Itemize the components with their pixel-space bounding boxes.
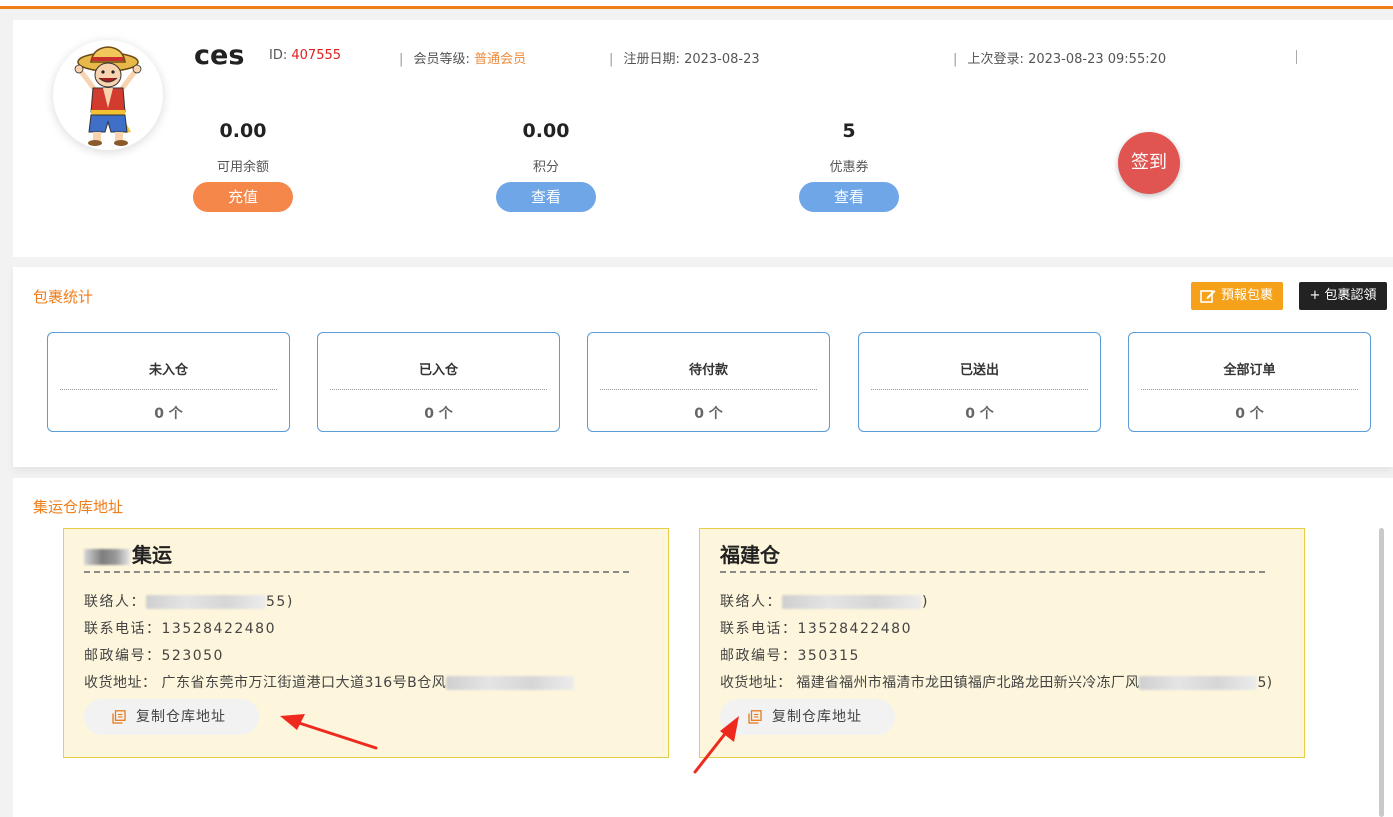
copy-icon (748, 710, 762, 724)
prereport-package-label: 預報包裹 (1221, 288, 1274, 303)
edit-icon (1200, 290, 1216, 303)
warehouse-address-panel: 集运 联络人： 55) 联系电话：13528422480 邮政编号：523050 … (63, 528, 669, 758)
divider (1296, 50, 1297, 64)
phone-row: 联系电话：13528422480 (720, 621, 912, 637)
zip-row: 邮政编号：523050 (84, 648, 224, 664)
contact-row: 联络人： 55) (84, 594, 294, 610)
coupon-label: 优惠券 (829, 160, 869, 175)
view-coupons-button[interactable]: 查看 (799, 182, 899, 212)
member-level: | 会员等级: 普通会员 (399, 52, 527, 67)
contact-row: 联络人：) (720, 594, 929, 610)
zip-row: 邮政编号：350315 (720, 648, 860, 664)
stat-box-pending-payment[interactable]: 待付款 0 个 (587, 332, 830, 432)
last-login: | 上次登录: 2023-08-23 09:55:20 (953, 52, 1167, 67)
member-level-value: 普通会员 (474, 52, 527, 67)
avatar[interactable] (53, 40, 163, 150)
balance-label: 可用余额 (216, 160, 269, 175)
member-level-label: 会员等级: (413, 52, 470, 67)
coupon-value: 5 (842, 120, 856, 142)
top-accent-bar (0, 0, 1393, 9)
view-points-button[interactable]: 查看 (496, 182, 596, 212)
stat-box-title: 全部订单 (1223, 363, 1276, 378)
user-id: ID: 407555 (269, 48, 341, 63)
stat-box-not-in-warehouse[interactable]: 未入仓 0 个 (47, 332, 290, 432)
warehouse-address-card: 集运仓库地址 集运 联络人： 55) 联系电话：13528422480 邮政编号：… (13, 478, 1393, 817)
claim-package-button[interactable]: + 包裹認領 (1299, 282, 1387, 310)
stat-box-title: 未入仓 (148, 363, 188, 378)
stat-box-count: 0 个 (694, 406, 723, 422)
stat-box-title: 已送出 (959, 363, 999, 378)
user-info-card: ces ID: 407555 | 会员等级: 普通会员 | 注册日期: 2023… (13, 20, 1393, 257)
register-date-value: 2023-08-23 (684, 52, 760, 67)
copy-icon (112, 710, 126, 724)
stat-box-count: 0 个 (965, 406, 994, 422)
balance-stat: 0.00 可用余额 充值 (193, 120, 293, 212)
address-row: 收货地址： 广东省东莞市万江街道港口大道316号B仓风 (84, 672, 575, 692)
package-stats-card: 包裹统计 預報包裹 + 包裹認領 未入仓 0 个 已入仓 0 个 待付款 0 个… (13, 267, 1393, 467)
package-stats-title: 包裹统计 (33, 288, 94, 306)
stat-box-count: 0 个 (1235, 406, 1264, 422)
avatar-image (74, 46, 142, 146)
stat-box-title: 待付款 (688, 363, 728, 378)
stat-box-shipped[interactable]: 已送出 0 个 (858, 332, 1101, 432)
warehouse-title: 集运仓库地址 (33, 498, 124, 516)
balance-value: 0.00 (219, 120, 267, 142)
warehouse-address-panel: 福建仓 联络人：) 联系电话：13528422480 邮政编号：350315 收… (699, 528, 1305, 758)
register-date-label: 注册日期: (623, 52, 680, 67)
coupon-stat: 5 优惠券 查看 (799, 120, 899, 212)
stat-box-all-orders[interactable]: 全部订单 0 个 (1128, 332, 1371, 432)
warehouse-name: 集运 (84, 539, 172, 568)
stat-box-count: 0 个 (154, 406, 183, 422)
blurred-logo (84, 548, 130, 565)
points-label: 积分 (532, 160, 559, 175)
points-stat: 0.00 积分 查看 (496, 120, 596, 212)
last-login-value: 2023-08-23 09:55:20 (1028, 52, 1167, 67)
username: ces (194, 40, 245, 71)
points-value: 0.00 (522, 120, 570, 142)
register-date: | 注册日期: 2023-08-23 (609, 52, 760, 67)
phone-row: 联系电话：13528422480 (84, 621, 276, 637)
last-login-label: 上次登录: (967, 52, 1024, 67)
stat-box-count: 0 个 (424, 406, 453, 422)
signin-button[interactable]: 签到 (1118, 132, 1180, 194)
copy-address-button[interactable]: 复制仓库地址 (84, 699, 259, 735)
copy-address-button[interactable]: 复制仓库地址 (720, 699, 895, 735)
scrollbar[interactable] (1379, 528, 1384, 817)
stat-box-in-warehouse[interactable]: 已入仓 0 个 (317, 332, 560, 432)
address-row: 收货地址： 福建省福州市福清市龙田镇福庐北路龙田新兴冷冻厂风 5) (720, 675, 1273, 691)
prereport-package-button[interactable]: 預報包裹 (1191, 282, 1283, 310)
user-id-label: ID: (269, 48, 288, 63)
warehouse-name: 福建仓 (720, 543, 780, 567)
user-id-value: 407555 (291, 48, 342, 63)
stat-box-title: 已入仓 (418, 363, 458, 378)
recharge-button[interactable]: 充值 (193, 182, 293, 212)
